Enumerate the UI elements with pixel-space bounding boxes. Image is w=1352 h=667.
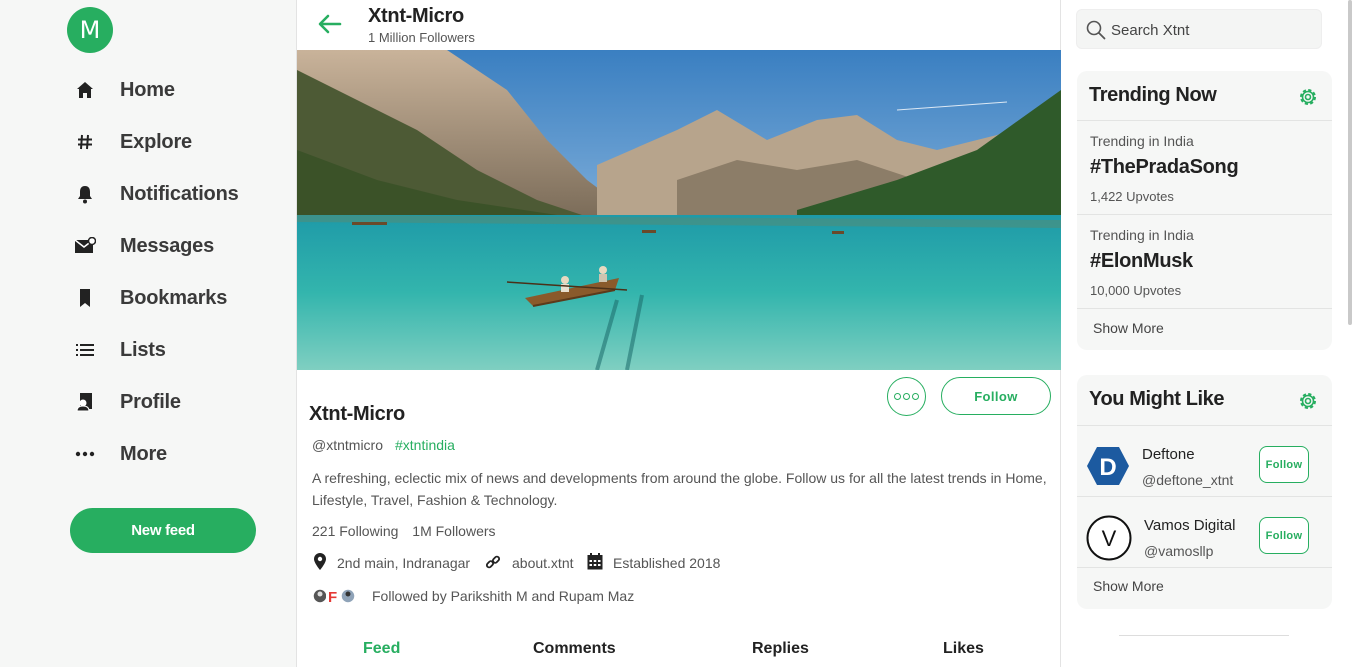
- more-options-button[interactable]: [887, 377, 926, 416]
- profile-hashtag[interactable]: #xtntindia: [395, 437, 455, 453]
- divider: [1077, 425, 1332, 426]
- home-icon: [74, 79, 96, 101]
- sidebar-item-label: Profile: [120, 390, 181, 413]
- established-meta: Established 2018: [587, 553, 720, 573]
- sidebar-item-explore[interactable]: Explore: [74, 122, 274, 162]
- trending-show-more-link[interactable]: Show More: [1093, 320, 1164, 336]
- sidebar-item-messages[interactable]: Messages: [74, 226, 274, 266]
- suggestions-show-more-link[interactable]: Show More: [1093, 578, 1164, 594]
- profile-stats: 221 Following 1M Followers: [312, 523, 506, 539]
- profile-main: Xtnt-Micro 1 Million Followers Follow Xt…: [296, 0, 1061, 667]
- tab-comments[interactable]: Comments: [533, 640, 616, 658]
- profile-icon: [74, 391, 96, 413]
- follow-button[interactable]: Follow: [1259, 517, 1309, 554]
- follow-button[interactable]: Follow: [1259, 446, 1309, 483]
- trending-card: Trending Now Trending in India #ThePrada…: [1077, 71, 1332, 350]
- location-text: 2nd main, Indranagar: [337, 555, 471, 571]
- sidebar-item-more[interactable]: More: [74, 434, 274, 474]
- divider: [1077, 214, 1332, 215]
- page-scrollbar[interactable]: [1348, 0, 1352, 325]
- tab-replies[interactable]: Replies: [752, 640, 809, 658]
- search-input[interactable]: [1111, 19, 1311, 41]
- right-sidebar: Trending Now Trending in India #ThePrada…: [1061, 0, 1352, 667]
- calendar-icon: [587, 553, 603, 573]
- established-text: Established 2018: [613, 555, 721, 571]
- suggestion-handle: @vamosllp: [1144, 543, 1214, 559]
- tab-likes[interactable]: Likes: [943, 640, 984, 658]
- profile-handle: @xtntmicro: [312, 437, 383, 453]
- sidebar-item-label: Lists: [120, 338, 166, 361]
- sidebar-item-label: Notifications: [120, 182, 239, 205]
- left-sidebar: M Home Explore Notifications Messages Bo…: [0, 0, 296, 667]
- location-pin-icon: [314, 553, 326, 573]
- sidebar-item-label: Messages: [120, 234, 215, 257]
- avatar-letter: D: [1099, 454, 1116, 481]
- sidebar-item-label: Bookmarks: [120, 286, 228, 309]
- envelope-icon: [74, 235, 96, 257]
- header-followers: 1 Million Followers: [368, 30, 475, 45]
- search-box[interactable]: [1076, 9, 1322, 49]
- following-count[interactable]: 221 Following: [312, 523, 398, 539]
- suggestion-name[interactable]: Vamos Digital: [1144, 517, 1235, 534]
- divider: [1077, 308, 1332, 309]
- sidebar-item-label: Home: [120, 78, 175, 101]
- app-logo[interactable]: M: [67, 7, 113, 53]
- avatar-letter: V: [1102, 526, 1117, 551]
- hash-icon: [74, 131, 96, 153]
- profile-bio: A refreshing, eclectic mix of news and d…: [312, 470, 1047, 508]
- sidebar-item-label: Explore: [120, 130, 192, 153]
- trend-hashtag[interactable]: #ElonMusk: [1090, 250, 1193, 273]
- dot-icon: [912, 393, 919, 400]
- gear-icon[interactable]: [1297, 390, 1319, 412]
- trend-hashtag[interactable]: #ThePradaSong: [1090, 156, 1239, 179]
- bell-icon: [74, 183, 96, 205]
- sidebar-item-home[interactable]: Home: [74, 70, 274, 110]
- avatar[interactable]: D: [1086, 446, 1130, 491]
- sidebar-item-profile[interactable]: Profile: [74, 382, 274, 422]
- follower-avatars[interactable]: F: [312, 587, 358, 606]
- sidebar-item-label: More: [120, 442, 167, 465]
- location-meta: 2nd main, Indranagar: [314, 553, 470, 573]
- gear-icon[interactable]: [1297, 86, 1319, 108]
- trend-context: Trending in India: [1090, 227, 1194, 243]
- dot-icon: [894, 393, 901, 400]
- bookmark-icon: [74, 287, 96, 309]
- new-feed-button[interactable]: New feed: [70, 508, 256, 553]
- divider: [1077, 567, 1332, 568]
- trend-upvotes: 1,422 Upvotes: [1090, 189, 1174, 204]
- follow-button[interactable]: Follow: [941, 377, 1051, 415]
- suggestion-handle: @deftone_xtnt: [1142, 472, 1234, 488]
- sidebar-item-bookmarks[interactable]: Bookmarks: [74, 278, 274, 318]
- sidebar-item-notifications[interactable]: Notifications: [74, 174, 274, 214]
- header-title: Xtnt-Micro: [368, 5, 464, 27]
- divider: [1077, 120, 1332, 121]
- sidebar-item-lists[interactable]: Lists: [74, 330, 274, 370]
- svg-text:F: F: [328, 589, 337, 605]
- followed-by-text: Followed by Parikshith M and Rupam Maz: [372, 588, 635, 604]
- trend-context: Trending in India: [1090, 133, 1194, 149]
- followers-count[interactable]: 1M Followers: [412, 523, 495, 539]
- link-icon: [485, 554, 501, 573]
- website-meta: about.xtnt: [485, 553, 574, 573]
- tab-feed[interactable]: Feed: [363, 640, 400, 658]
- dot-icon: [903, 393, 910, 400]
- more-icon: [74, 443, 96, 465]
- website-link[interactable]: about.xtnt: [512, 555, 574, 571]
- divider: [1119, 635, 1289, 636]
- list-icon: [74, 339, 96, 361]
- back-arrow-icon[interactable]: [317, 12, 343, 36]
- suggestions-title: You Might Like: [1089, 388, 1225, 410]
- cover-image: [297, 50, 1061, 370]
- suggestions-card: You Might Like D Deftone @deftone_xtnt F…: [1077, 375, 1332, 609]
- avatar[interactable]: V: [1086, 515, 1132, 566]
- profile-name: Xtnt-Micro: [309, 403, 405, 425]
- trending-title: Trending Now: [1089, 84, 1217, 106]
- suggestion-name[interactable]: Deftone: [1142, 446, 1195, 463]
- search-icon: [1086, 20, 1106, 40]
- divider: [1077, 496, 1332, 497]
- trend-upvotes: 10,000 Upvotes: [1090, 283, 1182, 298]
